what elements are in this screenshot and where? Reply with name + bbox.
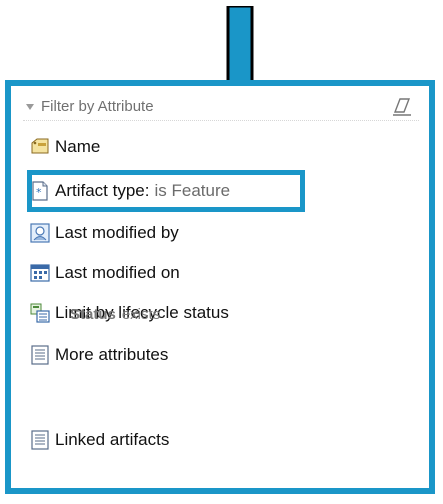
filter-item-linked-artifacts[interactable]: Linked artifacts <box>30 428 169 452</box>
filter-item-name[interactable]: Name <box>30 135 100 159</box>
status-label: Status <box>70 306 116 323</box>
filter-item-last-modified-on[interactable]: Last modified on <box>30 261 180 285</box>
filter-item-label: Linked artifacts <box>55 430 170 449</box>
filter-item-label: Last modified on <box>55 263 180 282</box>
list-document-icon <box>30 345 50 365</box>
status-value: exists <box>121 306 161 323</box>
filter-item-label: More attributes <box>55 345 169 364</box>
highlight-box-annotation <box>27 170 305 212</box>
status-attribute-row[interactable]: Status exists <box>70 306 160 323</box>
name-tag-icon <box>30 137 50 157</box>
filter-item-more-attributes[interactable]: More attributes <box>30 343 168 367</box>
panel-header[interactable]: Filter by Attribute <box>23 96 419 121</box>
calendar-icon <box>30 263 50 283</box>
filter-item-label: Last modified by <box>55 223 179 242</box>
collapse-triangle-icon[interactable] <box>26 104 34 110</box>
lifecycle-icon <box>30 303 50 323</box>
filter-item-label: Name <box>55 137 101 156</box>
filter-item-last-modified-by[interactable]: Last modified by <box>30 221 179 245</box>
list-document-icon <box>30 430 50 450</box>
user-search-icon <box>30 223 50 243</box>
panel-title: Filter by Attribute <box>41 98 154 115</box>
eraser-icon[interactable] <box>391 97 413 117</box>
